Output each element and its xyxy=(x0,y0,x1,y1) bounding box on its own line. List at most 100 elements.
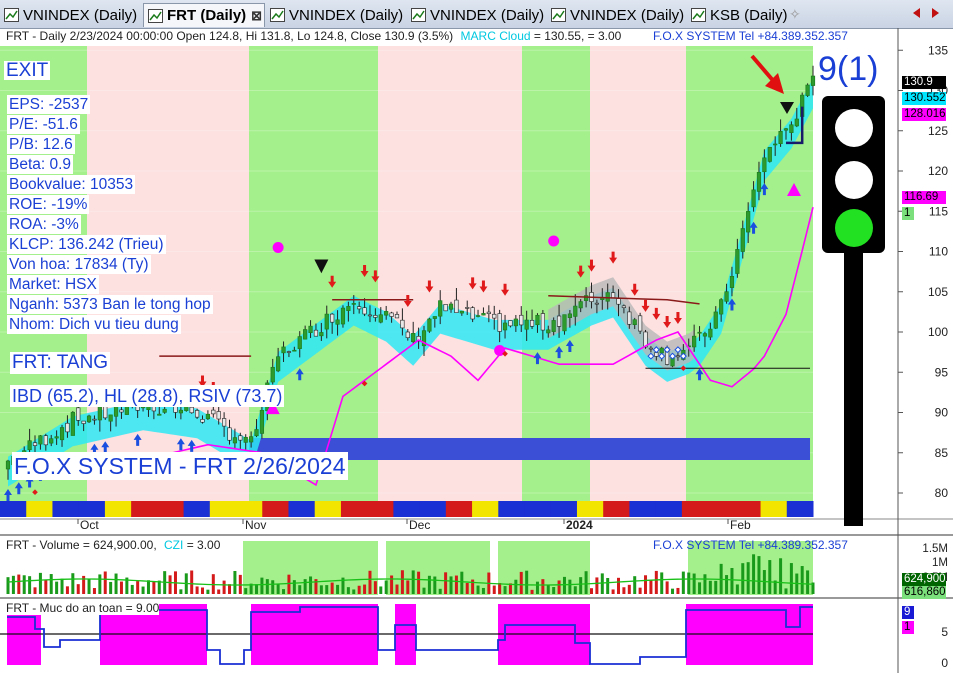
candle xyxy=(470,307,475,320)
price-tag: 1 xyxy=(902,207,914,220)
stripe-segment xyxy=(734,501,762,517)
volume-bar xyxy=(130,584,134,594)
candle xyxy=(173,406,178,413)
tab-vnindex-4[interactable]: VNINDEX (Daily) xyxy=(547,3,687,27)
stripe-segment xyxy=(786,501,814,517)
candle xyxy=(346,306,351,311)
candle xyxy=(556,315,562,327)
volume-bar xyxy=(757,556,761,594)
volume-bar xyxy=(309,576,313,594)
volume-bar xyxy=(546,585,550,594)
price-chart-canvas[interactable]: 13513012512011511010510095908580 Oct Nov D… xyxy=(0,28,953,673)
candle xyxy=(675,355,681,358)
price-header-text: FRT - Daily 2/23/2024 00:00:00 Open 124.… xyxy=(6,29,454,43)
fundamental-item: Nhom: Dich vu tieu dung xyxy=(7,315,181,334)
chart-area[interactable]: 135 130 125 120 115 110 105 100 95 90 85 80 Oct Nov D… xyxy=(0,28,953,673)
tab-vnindex-2[interactable]: VNINDEX (Daily) xyxy=(266,3,406,27)
czi-label: CZI xyxy=(164,538,184,552)
volume-bar xyxy=(735,584,739,594)
tab-vnindex-1[interactable]: VNINDEX (Daily) xyxy=(0,3,142,27)
volume-bar xyxy=(519,571,523,594)
date-tick-label: Feb xyxy=(730,518,751,532)
volume-bar xyxy=(514,579,518,594)
stripe-segment xyxy=(104,501,132,517)
candle xyxy=(502,322,508,331)
candle xyxy=(459,310,464,314)
candle xyxy=(400,319,405,329)
tab-vnindex-3[interactable]: VNINDEX (Daily) xyxy=(407,3,547,27)
candle xyxy=(405,331,410,339)
volume-bar xyxy=(562,576,566,594)
volume-bar xyxy=(714,580,718,594)
stripe-segment xyxy=(157,501,185,517)
stripe-segment xyxy=(629,501,657,517)
watermark-title: F.O.X SYSTEM - FRT 2/26/2024 xyxy=(12,452,348,480)
candle xyxy=(97,405,102,421)
chart-icon xyxy=(148,8,163,23)
volume-bar xyxy=(568,579,572,594)
candle xyxy=(200,419,205,423)
volume-bar xyxy=(460,571,464,594)
candle xyxy=(740,228,745,252)
indicators-label: IBD (65.2), HL (28.8), RSIV (73.7) xyxy=(10,385,285,407)
volume-bar xyxy=(633,576,637,594)
close-icon[interactable]: ⊠ xyxy=(251,8,262,24)
volume-bar xyxy=(384,580,388,594)
tab-ksb[interactable]: KSB (Daily) xyxy=(687,3,788,27)
candle xyxy=(567,313,572,318)
stripe-segment xyxy=(236,501,263,517)
date-tick-label: Dec xyxy=(409,518,430,532)
volume-bar xyxy=(552,587,556,594)
volume-bar xyxy=(454,575,458,594)
volume-bar xyxy=(33,587,37,594)
volume-bar xyxy=(390,575,394,594)
candle xyxy=(465,307,470,309)
candle xyxy=(54,436,59,439)
volume-bar xyxy=(22,575,26,594)
stripe-segment xyxy=(445,501,473,517)
volume-bar xyxy=(498,582,502,594)
volume-bar xyxy=(541,579,545,594)
candle xyxy=(303,329,308,340)
volume-bar xyxy=(346,587,350,594)
volume-bar xyxy=(357,585,361,594)
new-tab-icon[interactable]: ✧ xyxy=(789,6,801,23)
volume-bar xyxy=(271,580,275,594)
stripe-segment xyxy=(314,501,342,517)
volume-bar xyxy=(260,577,264,594)
price-tick-label: 90 xyxy=(935,406,949,420)
candle xyxy=(351,303,356,305)
candle xyxy=(611,292,616,299)
candle xyxy=(389,312,394,317)
candle xyxy=(276,356,281,372)
candle xyxy=(113,405,119,417)
volume-bar xyxy=(438,588,442,594)
candle xyxy=(81,420,86,424)
volume-bar xyxy=(698,582,702,594)
stripe-segment xyxy=(603,501,630,517)
candle xyxy=(189,406,194,414)
scroll-right-icon[interactable] xyxy=(930,8,940,18)
candle xyxy=(616,298,621,305)
volume-bar xyxy=(195,586,199,594)
candle xyxy=(719,299,724,315)
chart-icon xyxy=(411,8,426,22)
fundamental-item: EPS: -2537 xyxy=(7,95,91,114)
scroll-left-icon[interactable] xyxy=(912,8,922,18)
tab-label: VNINDEX (Daily) xyxy=(570,6,685,24)
volume-bar xyxy=(282,589,286,594)
volume-bar xyxy=(492,585,496,594)
volume-bar xyxy=(76,584,80,594)
candle xyxy=(756,171,762,192)
stripe-segment xyxy=(655,501,683,517)
volume-bar xyxy=(255,584,259,594)
price-tick-label: 80 xyxy=(935,486,949,500)
volume-bar xyxy=(217,589,221,594)
volume-bar xyxy=(17,574,21,594)
candle xyxy=(562,314,567,332)
safety-tick-label: 5 xyxy=(941,625,948,639)
price-tick-label: 100 xyxy=(928,325,948,339)
traffic-light xyxy=(822,96,885,526)
volume-bar xyxy=(206,589,210,594)
tab-frt[interactable]: FRT (Daily) ⊠ xyxy=(143,3,265,27)
